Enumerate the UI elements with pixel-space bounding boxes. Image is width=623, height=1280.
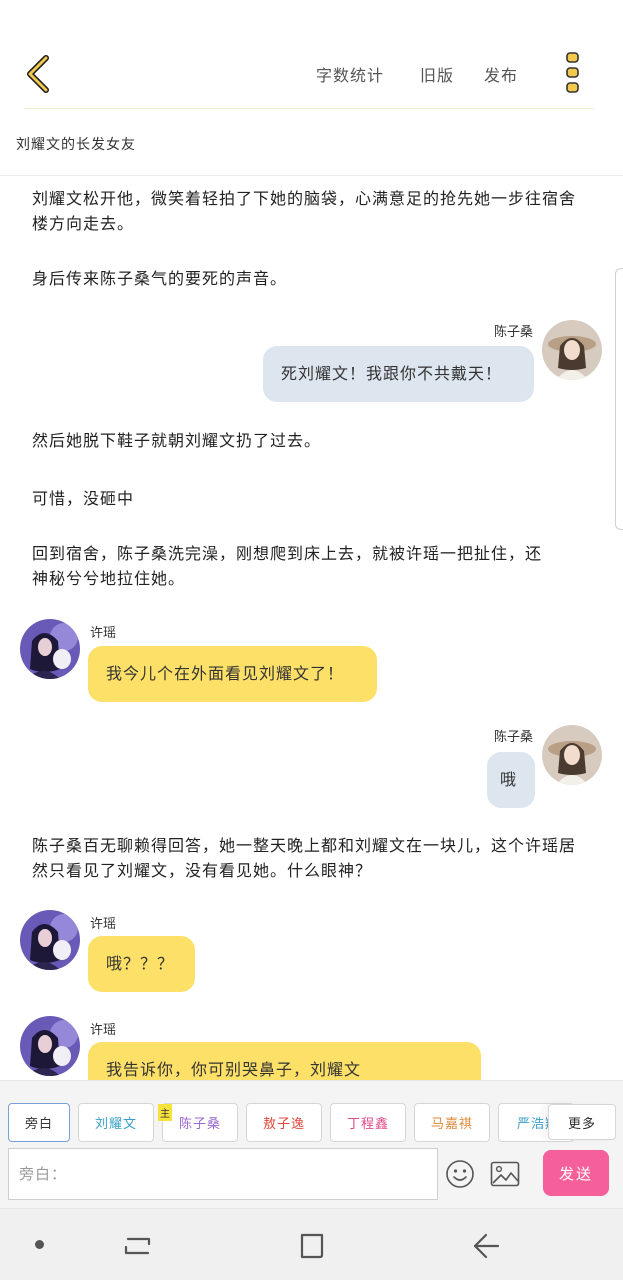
character-label: 旁白 [24, 1117, 53, 1132]
nav-back-button[interactable] [470, 1231, 502, 1261]
vertical-dots-menu-icon [566, 52, 579, 93]
character-label: 丁程鑫 [346, 1117, 389, 1132]
narration-text: 刘耀文松开他，微笑着轻拍了下她的脑袋，心满意足的抢先她一步往宿舍楼方向走去。 [32, 189, 577, 233]
main-character-tag: 主 [158, 1104, 172, 1121]
input-bar: 发送 [0, 1146, 623, 1208]
narration-text: 可惜，没砸中 [32, 489, 135, 508]
system-nav-bar [0, 1208, 623, 1280]
sender-name: 许瑶 [90, 1023, 117, 1038]
character-label: 陈子桑 [178, 1117, 221, 1132]
home-button[interactable] [298, 1231, 326, 1261]
back-chevron-icon [27, 55, 49, 93]
message-bubble: 死刘耀文！我跟你不共戴天！ [263, 346, 534, 402]
girl-with-plush-avatar[interactable] [20, 910, 80, 970]
character-label: 敖子逸 [262, 1117, 305, 1132]
character-chip-narrator[interactable]: 旁白 [8, 1103, 70, 1142]
send-button[interactable]: 发送 [543, 1150, 609, 1196]
sender-name: 许瑶 [90, 917, 117, 932]
girl-with-hat-avatar[interactable] [542, 725, 602, 785]
emoji-button[interactable] [445, 1159, 475, 1189]
app-header: 字数统计 旧版 发布 [0, 0, 623, 115]
message-input[interactable] [8, 1148, 438, 1200]
message-bubble: 哦？？？ [88, 936, 195, 992]
narration-text: 回到宿舍，陈子桑洗完澡，刚想爬到床上去，就被许瑶一把扯住，还神秘兮兮地拉住她。 [32, 544, 543, 588]
menu-button[interactable] [562, 50, 584, 96]
message-bubble: 我今儿个在外面看见刘耀文了！ [88, 646, 377, 702]
recent-apps-button[interactable] [122, 1231, 154, 1261]
emoji-icon [446, 1160, 474, 1188]
girl-with-plush-avatar[interactable] [20, 1016, 80, 1076]
home-icon [300, 1233, 324, 1259]
more-characters-button[interactable]: 更多 [548, 1104, 616, 1140]
back-button[interactable] [20, 52, 60, 96]
nav-dot-icon[interactable] [35, 1240, 44, 1249]
character-chip-ma-jiaqi[interactable]: 马嘉祺 [414, 1103, 490, 1142]
image-button[interactable] [490, 1161, 520, 1187]
old-version-button[interactable]: 旧版 [420, 62, 460, 86]
header-divider [24, 108, 594, 109]
character-chip-ao-ziyi[interactable]: 敖子逸 [246, 1103, 322, 1142]
message-bubble: 我告诉你，你可别哭鼻子，刘耀文 [88, 1042, 481, 1080]
narration-text: 然后她脱下鞋子就朝刘耀文扔了过去。 [32, 431, 322, 450]
character-chip-ding-chengxin[interactable]: 丁程鑫 [330, 1103, 406, 1142]
nav-back-icon [473, 1233, 500, 1259]
image-icon [490, 1161, 520, 1187]
character-chip-liu-yaowen[interactable]: 刘耀文 [78, 1103, 154, 1142]
narration-text: 陈子桑百无聊赖得回答，她一整天晚上都和刘耀文在一块儿，这个许瑶居然只看见了刘耀文… [32, 836, 577, 880]
character-selector-bar: 旁白 刘耀文 陈子桑 敖子逸 丁程鑫 马嘉祺 严浩翔 [0, 1080, 623, 1146]
message-bubble: 哦 [487, 752, 535, 808]
narration-text: 身后传来陈子桑气的要死的声音。 [32, 269, 288, 288]
girl-with-hat-avatar[interactable] [542, 320, 602, 380]
sender-name: 陈子桑 [493, 325, 533, 340]
publish-button[interactable]: 发布 [484, 62, 524, 86]
sender-name: 许瑶 [90, 626, 117, 641]
character-label: 马嘉祺 [430, 1117, 473, 1132]
girl-with-plush-avatar[interactable] [20, 619, 80, 679]
story-title: 刘耀文的长发女友 [16, 137, 136, 153]
character-chip-chen-zisang[interactable]: 陈子桑 [162, 1103, 238, 1142]
word-count-button[interactable]: 字数统计 [316, 62, 396, 86]
character-label: 刘耀文 [94, 1117, 137, 1132]
recent-apps-icon [124, 1237, 151, 1255]
sender-name: 陈子桑 [493, 730, 533, 745]
story-content: 刘耀文松开他，微笑着轻拍了下她的脑袋，心满意足的抢先她一步往宿舍楼方向走去。 身… [0, 176, 623, 1080]
